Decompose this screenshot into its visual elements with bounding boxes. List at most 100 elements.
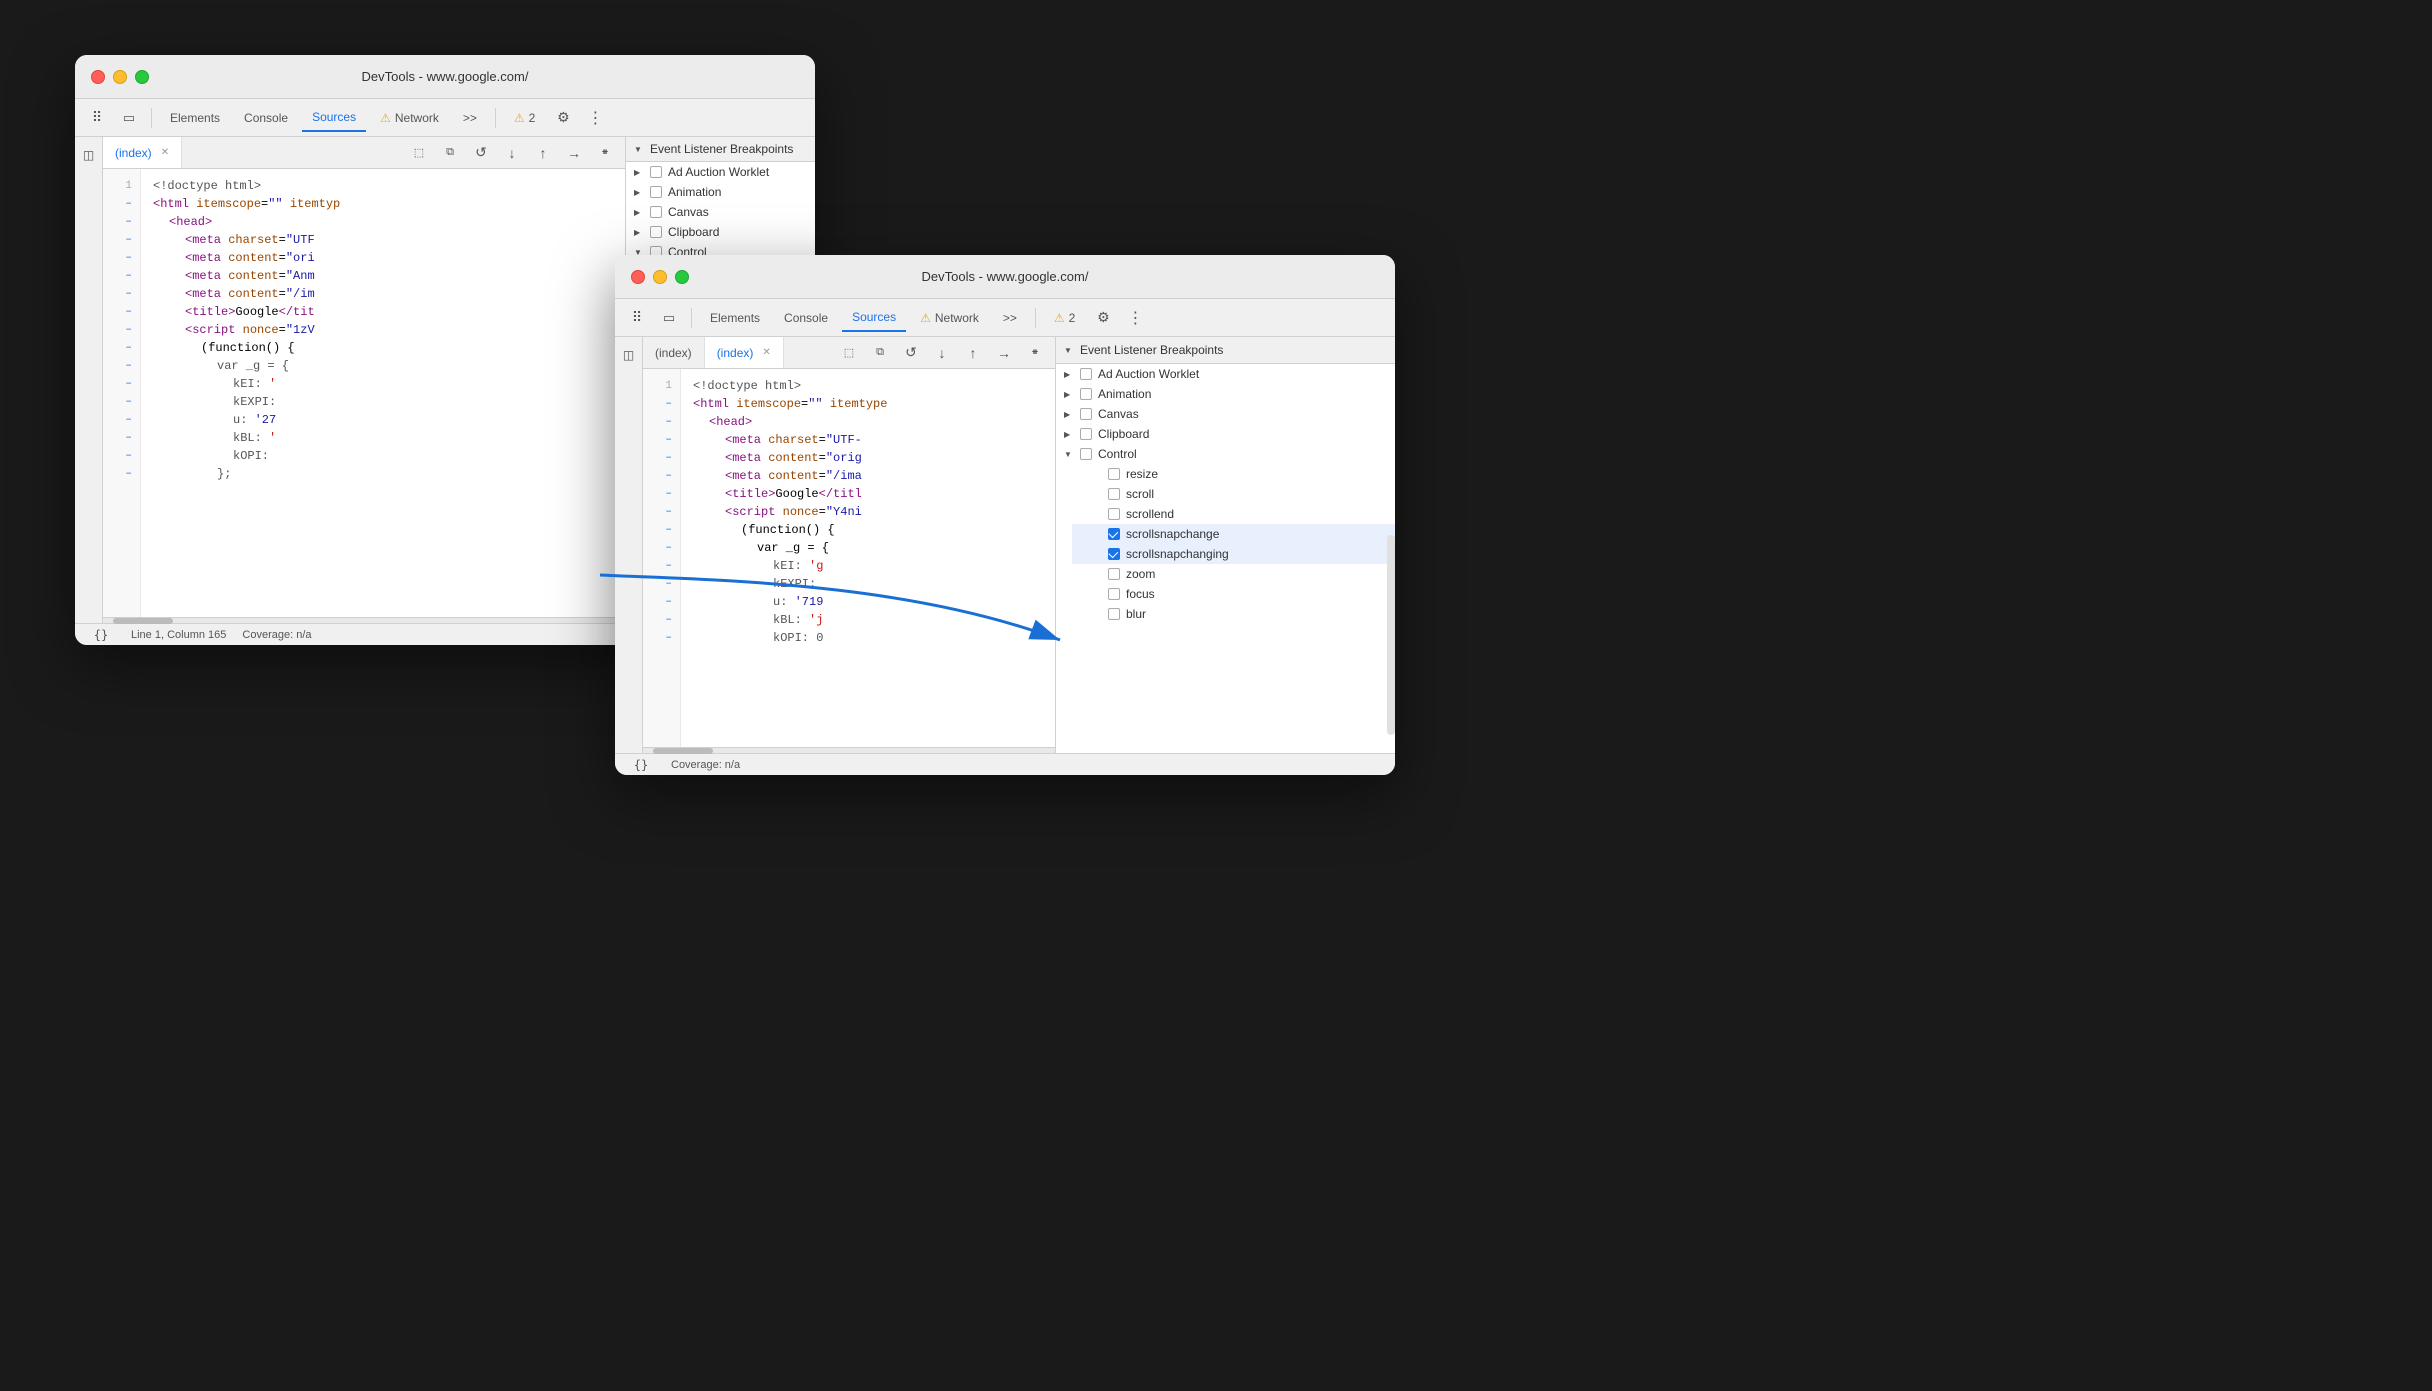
no-pause-icon[interactable]: ⏸ xyxy=(591,139,619,167)
tab-more-front[interactable]: >> xyxy=(993,304,1027,332)
cb-blur-front[interactable] xyxy=(1108,608,1120,620)
source-tab-close-front[interactable]: ✕ xyxy=(762,347,770,358)
cb-ad-auction-front[interactable] xyxy=(1080,368,1092,380)
code-line-f15: kOPI: 0 xyxy=(693,629,1055,647)
bp-resize-front[interactable]: resize xyxy=(1072,464,1395,484)
tab-network-back[interactable]: ⚠ Network xyxy=(370,104,449,132)
cb-control-front[interactable] xyxy=(1080,448,1092,460)
bp-scrollsnapchange-front[interactable]: scrollsnapchange xyxy=(1072,524,1395,544)
cb-scrollend-front[interactable] xyxy=(1108,508,1120,520)
ln-dash-4: – xyxy=(103,249,140,267)
cb-canvas[interactable] xyxy=(650,206,662,218)
device-icon-front[interactable]: ▭ xyxy=(655,304,683,332)
cb-animation[interactable] xyxy=(650,186,662,198)
device-icon[interactable]: ▭ xyxy=(115,104,143,132)
scroll-front[interactable] xyxy=(643,747,1055,753)
bp-canvas-back[interactable]: Canvas xyxy=(626,202,815,222)
warning-count-back[interactable]: ⚠ 2 xyxy=(504,104,545,132)
cb-scrollsnapchanging-front[interactable] xyxy=(1108,548,1120,560)
bp-header-back[interactable]: Event Listener Breakpoints xyxy=(626,137,815,162)
tab-sources-back[interactable]: Sources xyxy=(302,104,366,132)
more-icon-back[interactable]: ⋮ xyxy=(581,104,609,132)
source-tab-close-back[interactable]: ✕ xyxy=(161,147,169,158)
no-pause-icon-front[interactable]: ⏸ xyxy=(1021,339,1049,367)
scroll-back[interactable] xyxy=(103,617,625,623)
cb-animation-front[interactable] xyxy=(1080,388,1092,400)
step-down-icon[interactable]: ↓ xyxy=(498,139,526,167)
warning-count-front[interactable]: ⚠ 2 xyxy=(1044,304,1085,332)
bp-canvas-front[interactable]: Canvas xyxy=(1056,404,1395,424)
column-layout-icon[interactable]: ⧉ xyxy=(436,139,464,167)
maximize-button-front[interactable] xyxy=(675,270,689,284)
open-file-icon[interactable]: ⬚ xyxy=(405,139,433,167)
cb-focus-front[interactable] xyxy=(1108,588,1120,600)
tab-console-back[interactable]: Console xyxy=(234,104,298,132)
step-forward-icon[interactable]: → xyxy=(560,139,588,167)
settings-icon-back[interactable]: ⚙ xyxy=(549,104,577,132)
console-icon-back[interactable]: {} xyxy=(87,621,115,646)
column-layout-icon-front[interactable]: ⧉ xyxy=(866,339,894,367)
tab-more-back[interactable]: >> xyxy=(453,104,487,132)
bp-blur-front[interactable]: blur xyxy=(1072,604,1395,624)
scroll-thumb-back[interactable] xyxy=(113,618,173,624)
close-button-back[interactable] xyxy=(91,70,105,84)
sidebar-toggle-btn-back[interactable]: ◫ xyxy=(75,141,103,169)
step-over-icon[interactable]: ↺ xyxy=(467,139,495,167)
bp-header-front[interactable]: Event Listener Breakpoints xyxy=(1056,337,1395,364)
cb-scroll-front[interactable] xyxy=(1108,488,1120,500)
bp-animation-front[interactable]: Animation xyxy=(1056,384,1395,404)
bp-zoom-front[interactable]: zoom xyxy=(1072,564,1395,584)
source-tab-index-back[interactable]: (index) ✕ xyxy=(103,137,182,168)
minimize-button-front[interactable] xyxy=(653,270,667,284)
tab-elements-back[interactable]: Elements xyxy=(160,104,230,132)
bp-focus-front[interactable]: focus xyxy=(1072,584,1395,604)
bp-control-front[interactable]: Control xyxy=(1056,444,1395,464)
inspect-icon-front[interactable]: ⠿ xyxy=(623,304,651,332)
step-forward-icon-front[interactable]: → xyxy=(990,339,1018,367)
bp-clipboard-front[interactable]: Clipboard xyxy=(1056,424,1395,444)
cb-ad-auction[interactable] xyxy=(650,166,662,178)
code-lines-back[interactable]: <!doctype html> <html itemscope="" itemt… xyxy=(141,169,625,617)
minimize-button-back[interactable] xyxy=(113,70,127,84)
bp-ad-auction-back[interactable]: Ad Auction Worklet xyxy=(626,162,815,182)
source-tab-index-active-front[interactable]: (index) ✕ xyxy=(705,337,784,368)
cb-scrollsnapchange-front[interactable] xyxy=(1108,528,1120,540)
more-icon-front[interactable]: ⋮ xyxy=(1121,304,1149,332)
maximize-button-back[interactable] xyxy=(135,70,149,84)
bp-clipboard-back[interactable]: Clipboard xyxy=(626,222,815,242)
toolbar-back: ⠿ ▭ Elements Console Sources ⚠ Network >… xyxy=(75,99,815,137)
console-icon-front[interactable]: {} xyxy=(627,751,655,776)
step-over-icon-front[interactable]: ↺ xyxy=(897,339,925,367)
sidebar-toggle-btn-front[interactable]: ◫ xyxy=(615,341,643,369)
ln-dash-11: – xyxy=(103,375,140,393)
bp-scrollsnapchanging-front[interactable]: scrollsnapchanging xyxy=(1072,544,1395,564)
bp-scrollend-front[interactable]: scrollend xyxy=(1072,504,1395,524)
bp-ad-auction-front[interactable]: Ad Auction Worklet xyxy=(1056,364,1395,384)
right-scrollbar[interactable] xyxy=(1387,535,1395,735)
open-file-icon-front[interactable]: ⬚ xyxy=(835,339,863,367)
step-down-icon-front[interactable]: ↓ xyxy=(928,339,956,367)
step-up-icon[interactable]: ↑ xyxy=(529,139,557,167)
tab-elements-front[interactable]: Elements xyxy=(700,304,770,332)
cb-zoom-front[interactable] xyxy=(1108,568,1120,580)
source-tab-index-inactive-front[interactable]: (index) xyxy=(643,337,705,368)
settings-icon-front[interactable]: ⚙ xyxy=(1089,304,1117,332)
step-up-icon-front[interactable]: ↑ xyxy=(959,339,987,367)
scroll-thumb-front[interactable] xyxy=(653,748,713,754)
code-lines-front[interactable]: <!doctype html> <html itemscope="" itemt… xyxy=(681,369,1055,747)
cb-clipboard[interactable] xyxy=(650,226,662,238)
cb-resize-front[interactable] xyxy=(1108,468,1120,480)
close-button-front[interactable] xyxy=(631,270,645,284)
cb-canvas-front[interactable] xyxy=(1080,408,1092,420)
tab-sources-front[interactable]: Sources xyxy=(842,304,906,332)
tab-network-front[interactable]: ⚠ Network xyxy=(910,304,989,332)
inspect-icon[interactable]: ⠿ xyxy=(83,104,111,132)
cb-clipboard-front[interactable] xyxy=(1080,428,1092,440)
code-line-13: kEXPI: xyxy=(153,393,625,411)
code-editor-back: 1 – – – – – – – – – – – – – – – – xyxy=(103,169,625,617)
ln-f-d9: – xyxy=(643,539,680,557)
tab-console-front[interactable]: Console xyxy=(774,304,838,332)
bp-animation-back[interactable]: Animation xyxy=(626,182,815,202)
bp-scroll-front[interactable]: scroll xyxy=(1072,484,1395,504)
status-bar-front: {} Coverage: n/a xyxy=(615,753,1395,775)
